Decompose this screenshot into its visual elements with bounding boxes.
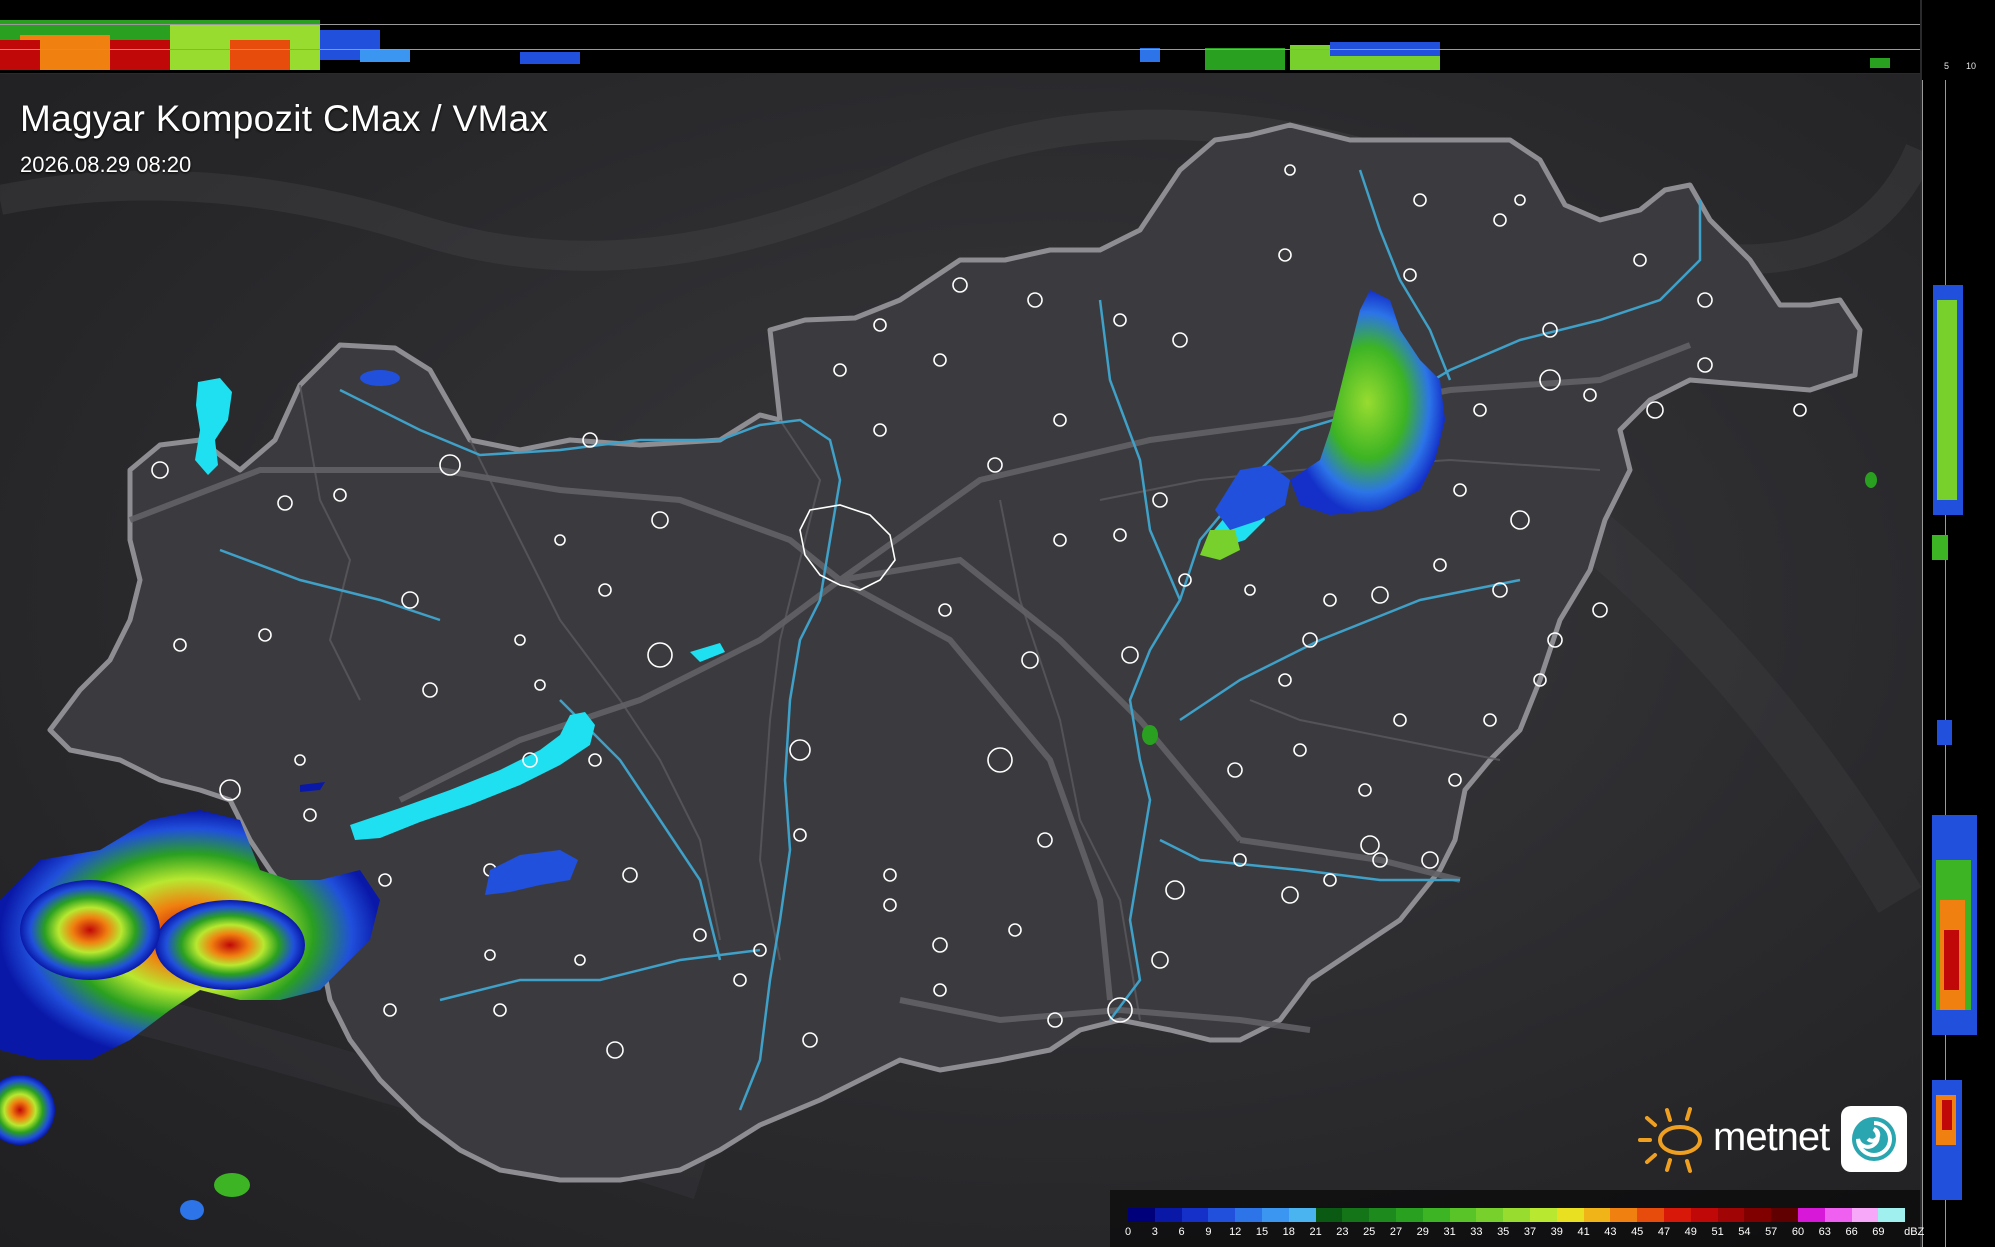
sun-logo-icon bbox=[1638, 1107, 1702, 1173]
top-profile-strip: 10 5 bbox=[0, 0, 1934, 73]
legend-swatch bbox=[1690, 1208, 1718, 1222]
legend-value-label: 57 bbox=[1765, 1226, 1778, 1238]
metnet-logo: metnet bbox=[1635, 1105, 1910, 1175]
legend-value-label: 15 bbox=[1255, 1226, 1269, 1238]
right-tick-10: 10 bbox=[1966, 61, 1977, 71]
dbz-legend: 0 3 6 9 12 15 18 21 23 25 27 29 31 33 35 37 39 41 43 45 47 49… bbox=[1110, 1190, 1924, 1247]
legend-value-label: 31 bbox=[1443, 1226, 1456, 1238]
legend-swatch bbox=[1288, 1208, 1316, 1222]
legend-swatch bbox=[1128, 1208, 1155, 1222]
legend-swatch bbox=[1824, 1208, 1852, 1222]
hungary-country-polygon bbox=[47, 122, 1863, 1183]
map-layer bbox=[0, 109, 1934, 1220]
legend-value-label: 51 bbox=[1711, 1226, 1724, 1238]
legend-value-label: 25 bbox=[1363, 1226, 1376, 1238]
legend-swatch bbox=[1476, 1208, 1504, 1222]
legend-value-label: 6 bbox=[1178, 1226, 1185, 1238]
legend-value-label: 39 bbox=[1550, 1226, 1563, 1238]
legend-swatch bbox=[1208, 1208, 1236, 1222]
legend-swatch bbox=[1315, 1208, 1343, 1222]
radar-map-view: 10 5 5 10 Magyar Kompozit CMax / VMax 20… bbox=[0, 0, 1995, 1247]
legend-color-bar bbox=[1128, 1208, 1906, 1222]
legend-value-label: 27 bbox=[1389, 1226, 1403, 1238]
legend-swatch bbox=[1154, 1208, 1182, 1222]
legend-labels: 0 3 6 9 12 15 18 21 23 25 27 29 31 33 35 37 39 41 43 45 47 49… bbox=[1125, 1226, 1924, 1242]
map-title: Magyar Kompozit CMax / VMax bbox=[20, 98, 549, 139]
legend-swatch bbox=[1637, 1208, 1664, 1222]
logo-text: metnet bbox=[1713, 1115, 1830, 1159]
legend-swatch bbox=[1797, 1208, 1825, 1222]
right-profile-strip: 5 10 bbox=[1922, 0, 1995, 1247]
legend-value-label: 3 bbox=[1151, 1226, 1158, 1238]
legend-value-label: 35 bbox=[1497, 1226, 1510, 1238]
legend-swatch bbox=[1610, 1208, 1638, 1222]
legend-swatch bbox=[1261, 1208, 1289, 1222]
legend-value-label: 9 bbox=[1205, 1226, 1212, 1238]
legend-value-label: 0 bbox=[1124, 1226, 1132, 1238]
legend-value-label: 12 bbox=[1229, 1226, 1242, 1238]
profile-gridline-10 bbox=[0, 24, 1920, 25]
legend-value-label: 18 bbox=[1282, 1226, 1295, 1238]
legend-value-label: 60 bbox=[1791, 1226, 1805, 1238]
legend-swatch bbox=[1395, 1208, 1423, 1222]
legend-swatch bbox=[1369, 1208, 1396, 1222]
legend-value-label: 66 bbox=[1845, 1226, 1858, 1238]
top-profile-echoes bbox=[0, 20, 1890, 70]
legend-swatch bbox=[1529, 1208, 1557, 1222]
legend-value-label: 33 bbox=[1470, 1226, 1483, 1238]
legend-value-label: 43 bbox=[1604, 1226, 1617, 1238]
legend-swatch bbox=[1422, 1208, 1450, 1222]
legend-swatch bbox=[1771, 1208, 1798, 1222]
legend-value-label: 45 bbox=[1631, 1226, 1644, 1238]
legend-value-label: 29 bbox=[1416, 1226, 1429, 1238]
legend-swatch bbox=[1181, 1208, 1209, 1222]
legend-swatch bbox=[1556, 1208, 1584, 1222]
legend-value-label: 49 bbox=[1684, 1226, 1697, 1238]
profile-gridline-5 bbox=[0, 49, 1920, 50]
legend-swatch bbox=[1851, 1208, 1879, 1222]
swirl-badge-icon bbox=[1841, 1106, 1907, 1172]
legend-swatch bbox=[1503, 1208, 1530, 1222]
legend-swatch bbox=[1717, 1208, 1745, 1222]
legend-value-label: 54 bbox=[1738, 1226, 1751, 1238]
right-tick-5: 5 bbox=[1944, 61, 1950, 71]
legend-value-label: 41 bbox=[1577, 1226, 1590, 1238]
legend-value-label: 47 bbox=[1657, 1226, 1671, 1238]
legend-value-label: 63 bbox=[1818, 1226, 1831, 1238]
legend-swatch bbox=[1449, 1208, 1477, 1222]
legend-value-label: 23 bbox=[1336, 1226, 1349, 1238]
legend-value-label: 37 bbox=[1523, 1226, 1537, 1238]
legend-unit-label: dBZ bbox=[1904, 1226, 1925, 1238]
legend-swatch bbox=[1342, 1208, 1370, 1222]
legend-value-label: 69 bbox=[1872, 1226, 1885, 1238]
legend-swatch bbox=[1235, 1208, 1262, 1222]
right-profile-echoes bbox=[1922, 80, 1977, 1247]
legend-swatch bbox=[1663, 1208, 1691, 1222]
legend-value-label: 21 bbox=[1309, 1226, 1322, 1238]
legend-swatch bbox=[1744, 1208, 1772, 1222]
legend-swatch bbox=[1583, 1208, 1611, 1222]
legend-swatch bbox=[1878, 1208, 1906, 1222]
map-timestamp: 2026.08.29 08:20 bbox=[20, 152, 192, 177]
